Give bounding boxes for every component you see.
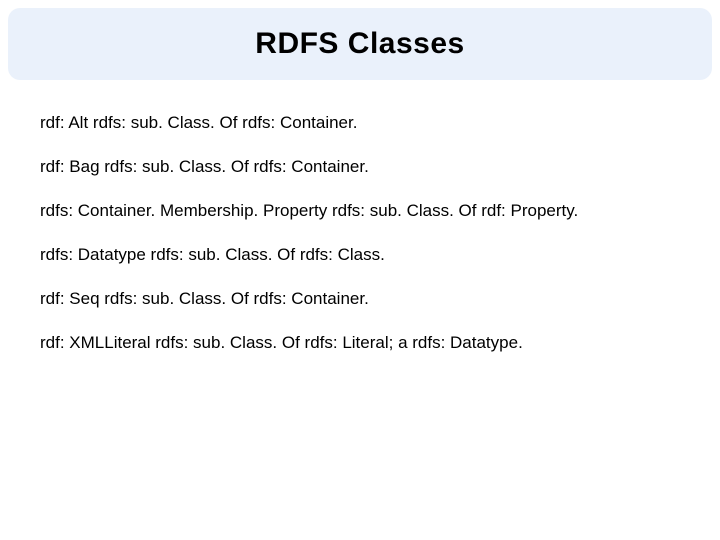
content-line: rdf: Seq rdfs: sub. Class. Of rdfs: Cont… [40,288,680,310]
content-line: rdfs: Datatype rdfs: sub. Class. Of rdfs… [40,244,680,266]
slide-content: rdf: Alt rdfs: sub. Class. Of rdfs: Cont… [40,112,680,377]
content-line: rdf: XMLLiteral rdfs: sub. Class. Of rdf… [40,332,680,354]
slide: RDFS Classes rdf: Alt rdfs: sub. Class. … [0,0,720,540]
title-band: RDFS Classes [8,8,712,80]
content-line: rdfs: Container. Membership. Property rd… [40,200,680,222]
content-line: rdf: Alt rdfs: sub. Class. Of rdfs: Cont… [40,112,680,134]
page-title: RDFS Classes [255,27,464,61]
content-line: rdf: Bag rdfs: sub. Class. Of rdfs: Cont… [40,156,680,178]
